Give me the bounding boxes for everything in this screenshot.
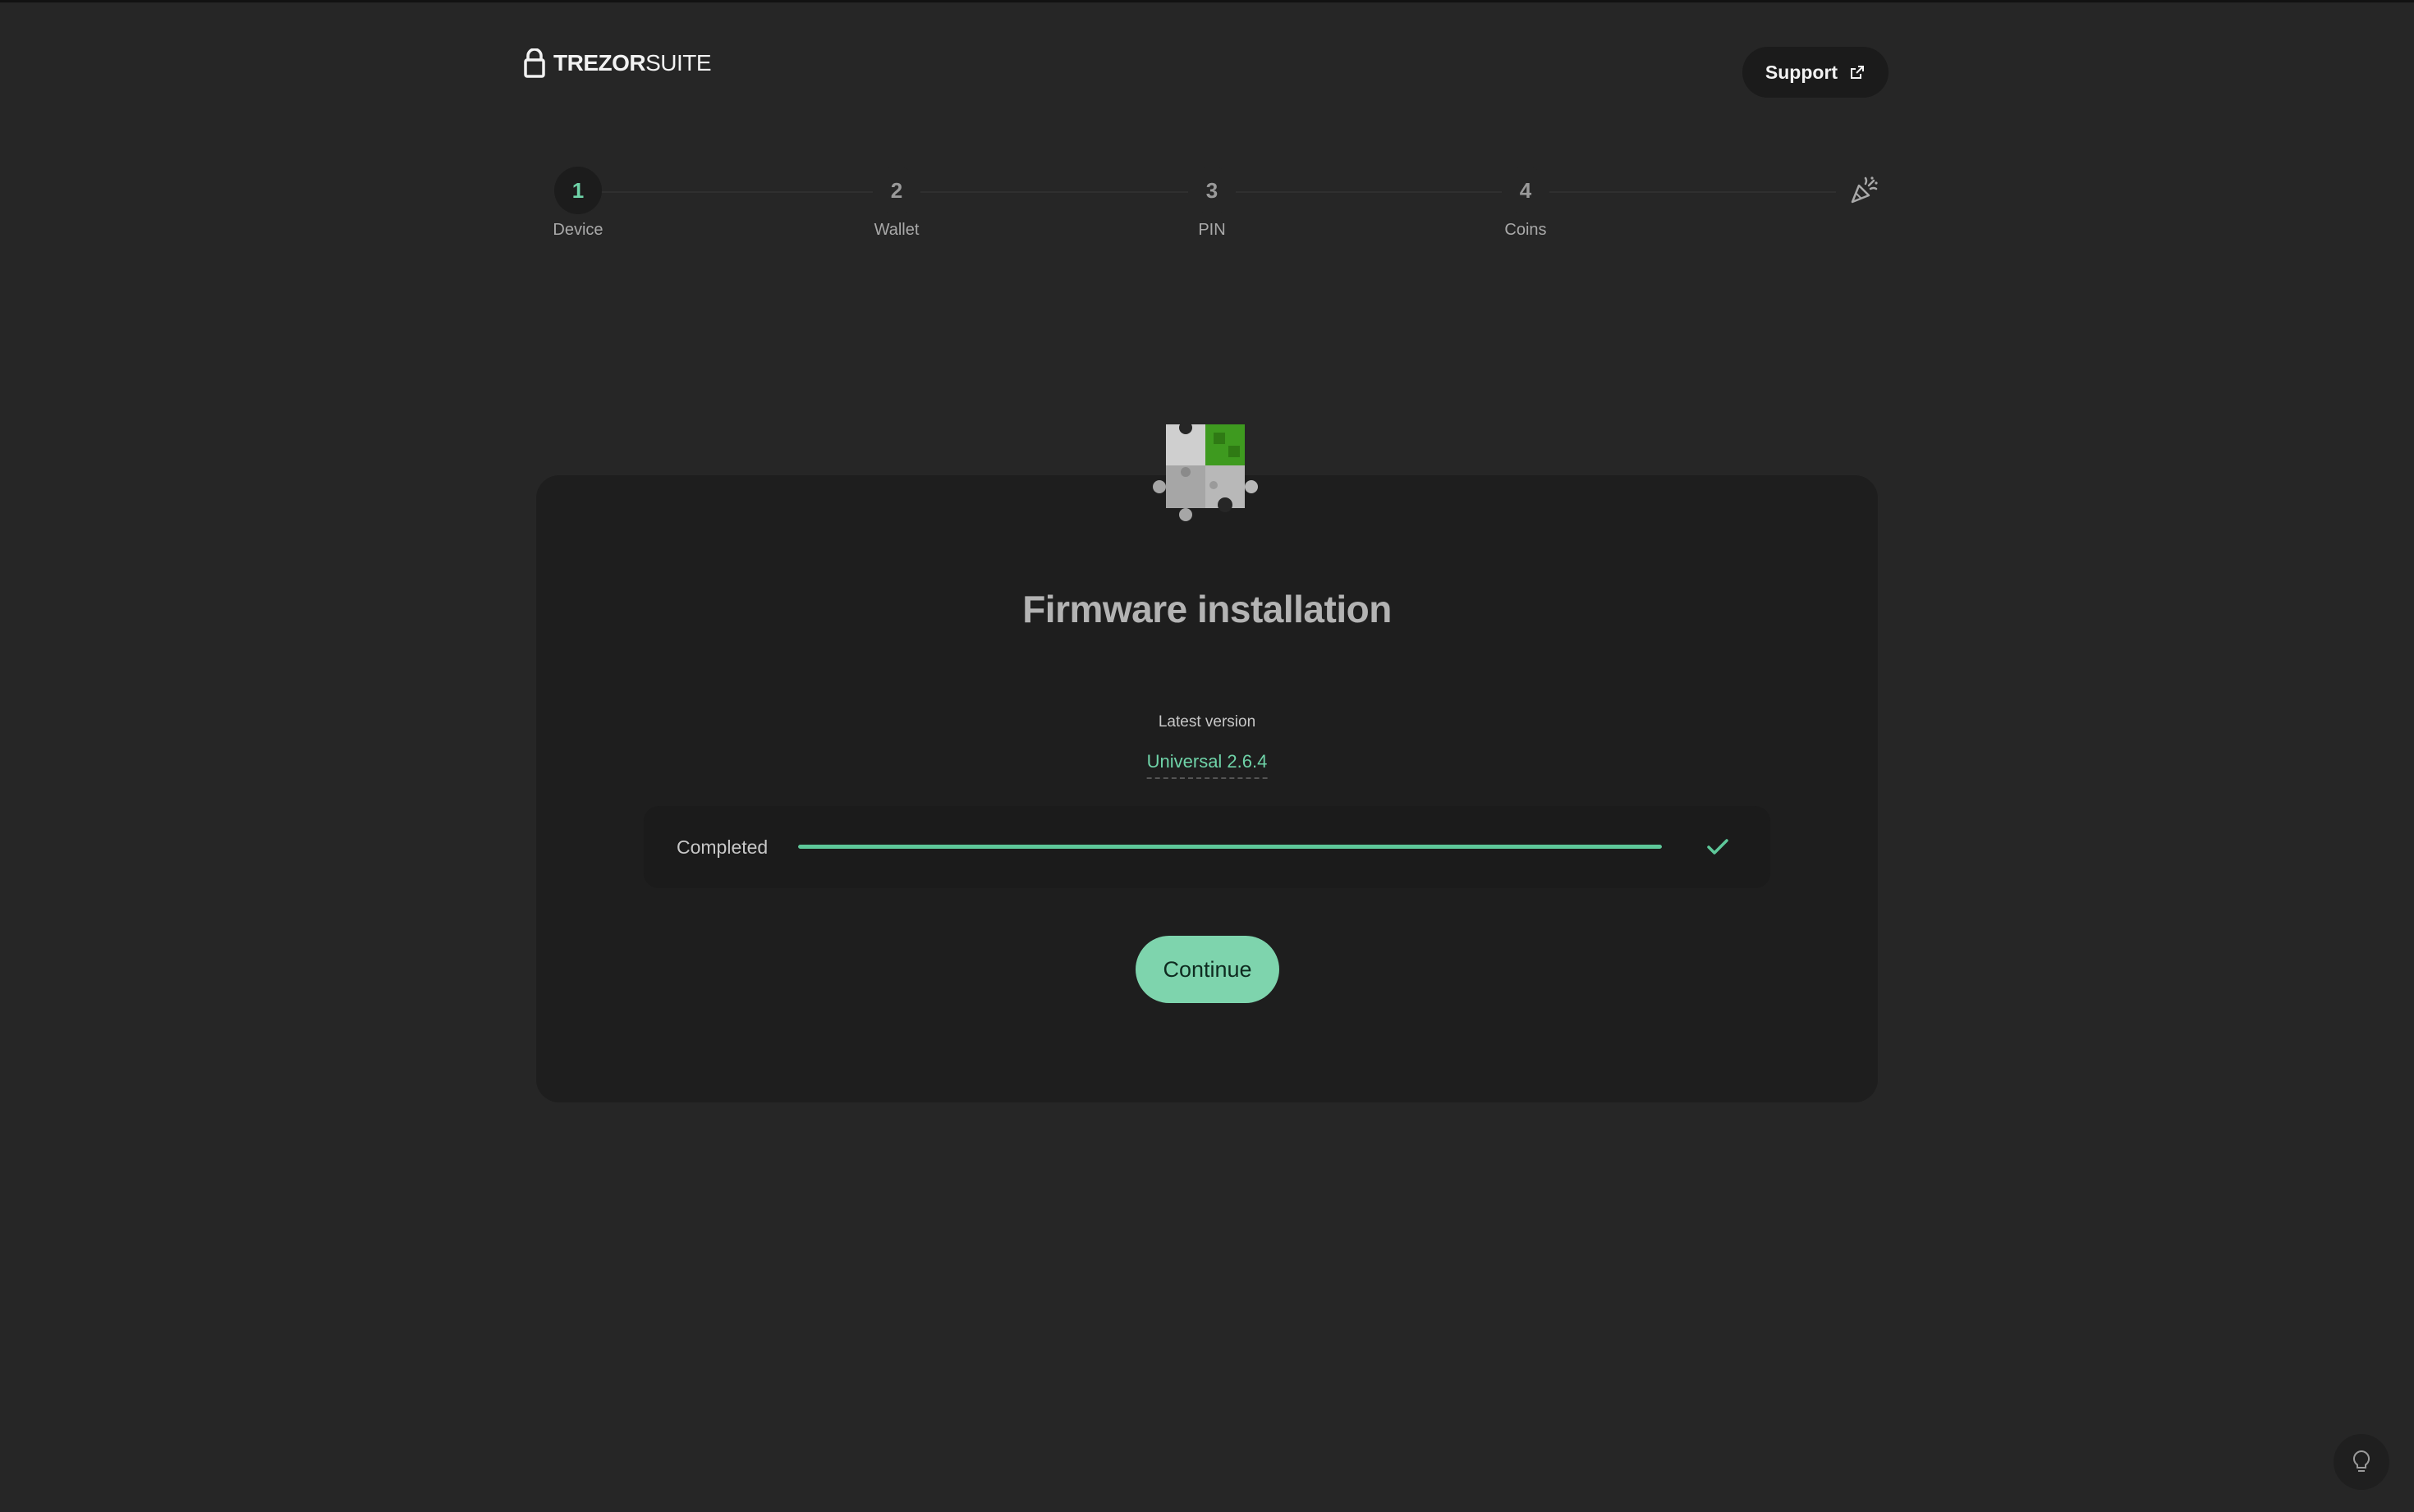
step-label: PIN	[1198, 221, 1226, 239]
tips-button[interactable]	[2334, 1434, 2389, 1490]
step-label: Wallet	[874, 221, 920, 239]
party-popper-icon	[1851, 176, 1878, 204]
progress-box: Completed	[644, 806, 1770, 888]
step-number: 3	[1188, 167, 1236, 214]
firmware-version-link[interactable]: Universal 2.6.4	[1146, 751, 1268, 779]
lightbulb-icon	[2352, 1450, 2370, 1472]
firmware-card: Firmware installation Latest version Uni…	[536, 475, 1878, 1102]
onboarding-page: TREZORSUITE Support 1 Device 2 Wallet 3 …	[0, 0, 2414, 1512]
logo-light-text: SUITE	[645, 50, 712, 76]
check-icon	[1707, 839, 1728, 855]
external-link-icon	[1851, 66, 1865, 79]
step-label: Device	[553, 221, 604, 239]
lock-icon	[524, 48, 545, 78]
step-coins: 4 Coins	[1476, 167, 1575, 240]
step-wallet: 2 Wallet	[847, 167, 946, 240]
logo-bold-text: TREZOR	[553, 50, 646, 76]
step-number: 1	[554, 167, 602, 214]
support-button[interactable]: Support	[1742, 47, 1889, 98]
progress-bar-fill	[798, 845, 1662, 849]
puzzle-icon	[1153, 423, 1258, 521]
step-final	[1839, 167, 1889, 214]
step-pin: 3 PIN	[1163, 167, 1261, 240]
step-number: 2	[873, 167, 920, 214]
progress-label: Completed	[677, 836, 769, 858]
step-label: Coins	[1504, 221, 1547, 239]
progress-bar	[798, 845, 1662, 849]
latest-version-label: Latest version	[1158, 713, 1256, 731]
step-device: 1 Device	[529, 167, 627, 240]
step-number: 4	[1502, 167, 1549, 214]
card-title: Firmware installation	[1022, 588, 1392, 630]
trezor-suite-logo: TREZORSUITE	[524, 47, 712, 80]
continue-button[interactable]: Continue	[1136, 936, 1279, 1003]
support-label: Support	[1765, 61, 1838, 83]
onboarding-stepper: 1 Device 2 Wallet 3 PIN 4 Coins	[542, 167, 1889, 257]
